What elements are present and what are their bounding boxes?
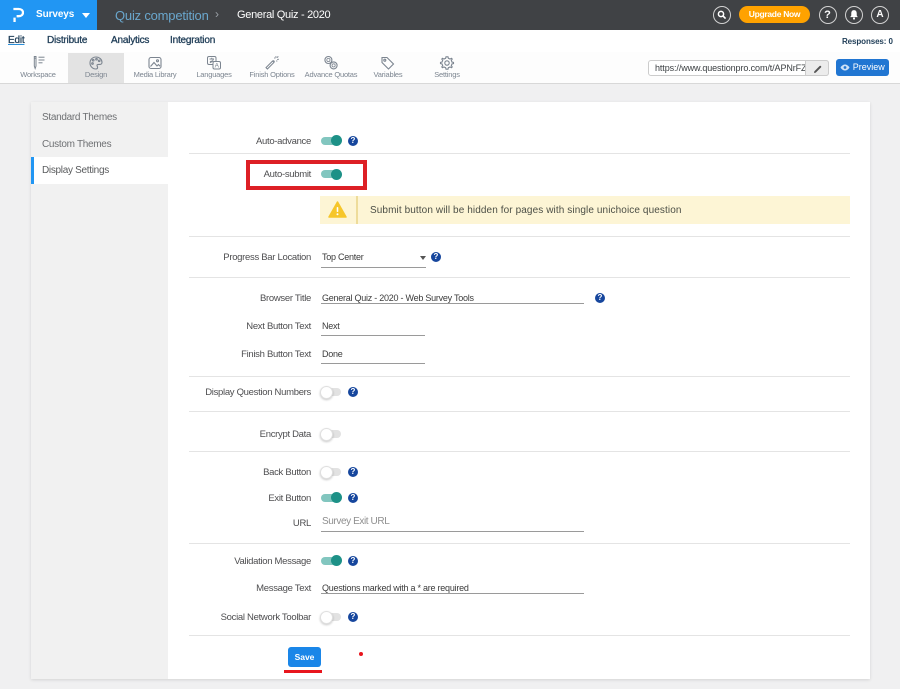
svg-text:A: A (215, 63, 220, 70)
